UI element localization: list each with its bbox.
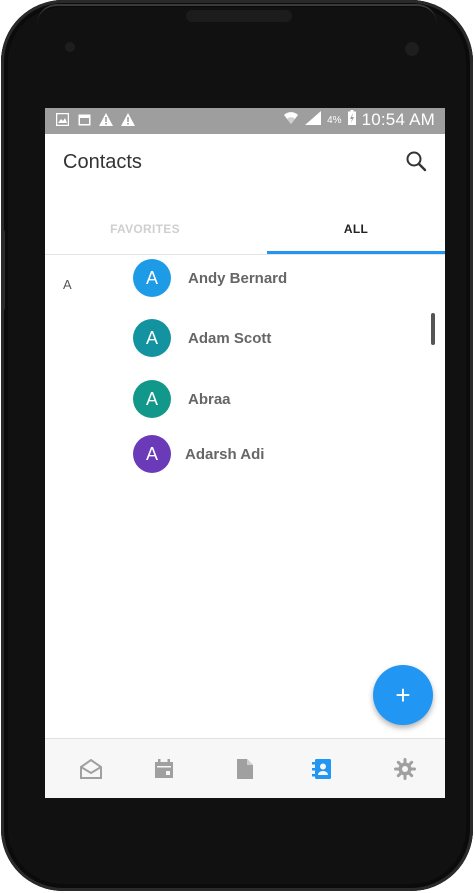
calendar-icon: [155, 759, 173, 778]
search-icon: [406, 151, 427, 172]
contact-name: Adam Scott: [188, 329, 272, 347]
tab-indicator: [267, 251, 445, 254]
battery-percent: 4%: [327, 114, 342, 126]
contact-name: Andy Bernard: [188, 269, 288, 287]
volume-button: [1, 230, 5, 310]
page-title: Contacts: [63, 151, 142, 173]
tab-bar: FAVORITES ALL: [45, 206, 445, 255]
screen: 4% 10:54 AM Contacts FAVORITES ALL A A A…: [45, 108, 445, 798]
avatar: A: [133, 380, 171, 418]
warning-icon: [99, 112, 113, 126]
nav-settings[interactable]: [393, 757, 417, 781]
avatar: A: [133, 319, 171, 357]
image-icon: [55, 112, 69, 126]
section-header-letter: A: [63, 277, 72, 292]
phone-speaker: [186, 10, 292, 22]
avatar: A: [133, 435, 171, 473]
bottom-navigation: [45, 738, 445, 798]
phone-device: 4% 10:54 AM Contacts FAVORITES ALL A A A…: [1, 0, 473, 891]
contact-item[interactable]: A Adarsh Adi: [133, 435, 264, 473]
contacts-icon: [312, 759, 331, 779]
settings-icon: [394, 758, 416, 780]
search-button[interactable]: [405, 150, 431, 176]
calendar-icon: [77, 112, 91, 126]
contact-name: Adarsh Adi: [185, 445, 265, 463]
signal-icon: [305, 110, 322, 130]
avatar: A: [133, 259, 171, 297]
contact-item[interactable]: A Adam Scott: [133, 319, 271, 357]
status-bar-right: 4% 10:54 AM: [283, 110, 435, 130]
status-bar: 4% 10:54 AM: [45, 108, 445, 134]
document-icon: [237, 759, 253, 779]
wifi-icon: [283, 111, 299, 130]
nav-documents[interactable]: [233, 757, 257, 781]
clock: 10:54 AM: [361, 110, 435, 129]
nav-calendar[interactable]: [152, 757, 176, 781]
tab-favorites[interactable]: FAVORITES: [45, 206, 245, 252]
front-camera: [405, 42, 419, 56]
tab-all[interactable]: ALL: [267, 206, 445, 252]
nav-contacts[interactable]: [310, 757, 334, 781]
add-contact-button[interactable]: +: [373, 665, 433, 725]
contact-name: Abraa: [188, 390, 231, 408]
status-bar-left-icons: [55, 112, 135, 126]
warning-icon: [121, 112, 135, 126]
inbox-icon: [80, 759, 102, 779]
phone-sensor: [65, 42, 75, 52]
app-bar: Contacts: [45, 134, 445, 190]
contact-item[interactable]: A Abraa: [133, 380, 231, 418]
battery-charging-icon: [347, 110, 356, 130]
scrollbar[interactable]: [431, 313, 435, 345]
contact-item[interactable]: A Andy Bernard: [133, 259, 287, 297]
nav-inbox[interactable]: [79, 757, 103, 781]
